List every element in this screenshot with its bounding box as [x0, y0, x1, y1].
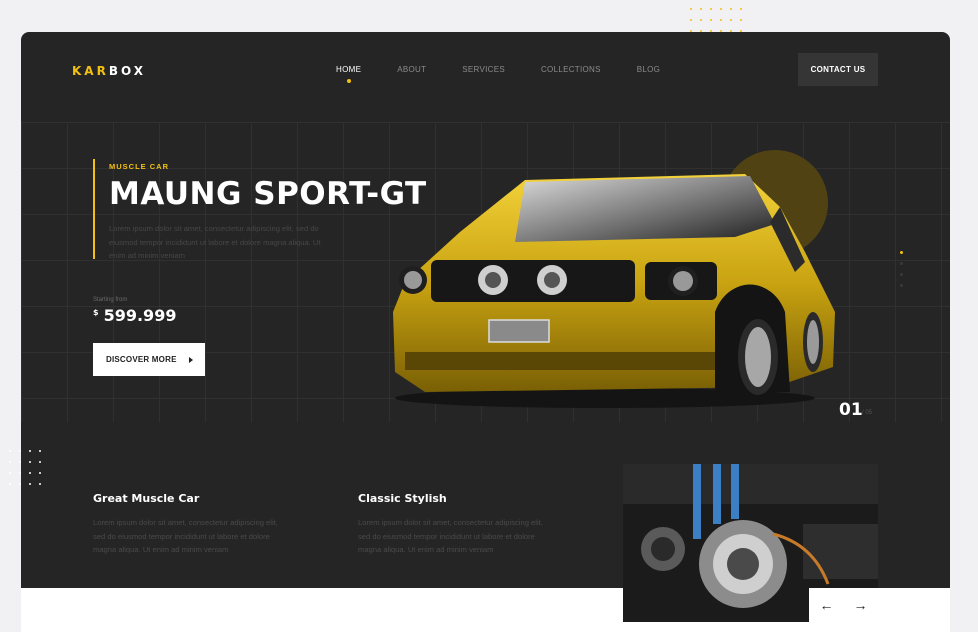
decor-dots-left [9, 450, 41, 485]
slide-dot[interactable] [900, 262, 903, 265]
main-nav: HOME ABOUT SERVICES COLLECTIONS BLOG [336, 65, 660, 83]
price: $ 599.999 [93, 306, 176, 325]
nav-item-collections[interactable]: COLLECTIONS [541, 65, 601, 74]
logo-part-1: KAR [72, 64, 109, 78]
hero-description: Lorem ipsum dolor sit amet, consectetur … [109, 224, 321, 260]
nav-item-about[interactable]: ABOUT [397, 65, 426, 74]
discover-more-button[interactable]: DISCOVER MORE [93, 343, 205, 376]
contact-us-button[interactable]: CONTACT US [798, 53, 878, 86]
logo[interactable]: KARBOX [72, 64, 146, 78]
feature-text: Lorem ipsum dolor sit amet, consectetur … [358, 518, 543, 554]
feature-title: Great Muscle Car [93, 492, 200, 505]
logo-part-2: BOX [108, 64, 146, 78]
nav-label: COLLECTIONS [540, 65, 601, 74]
car-image [393, 174, 835, 408]
nav-item-blog[interactable]: BLOG [637, 65, 660, 74]
feature-text: Lorem ipsum dolor sit amet, consectetur … [93, 518, 278, 554]
nav-label: HOME [336, 65, 362, 74]
active-indicator [346, 79, 351, 83]
nav-item-services[interactable]: SERVICES [462, 65, 505, 74]
nav-label: SERVICES [462, 65, 505, 74]
nav-item-home[interactable]: HOME [336, 65, 362, 83]
slide-dot[interactable] [900, 251, 903, 254]
price-value: 599.999 [103, 306, 177, 325]
arrow-right-icon[interactable]: → [854, 597, 868, 613]
currency-symbol: $ [93, 308, 99, 317]
nav-label: BLOG [636, 65, 661, 74]
slide-total: / 05 [862, 410, 873, 416]
slide-dot[interactable] [900, 284, 903, 287]
arrow-right-icon [188, 356, 193, 363]
slide-indicator [900, 251, 903, 287]
starting-from-label: Starting from [93, 297, 128, 303]
discover-more-label: DISCOVER MORE [106, 355, 177, 364]
slide-number: 01 [839, 400, 863, 420]
arrow-left-icon[interactable]: ← [820, 597, 834, 613]
feature-card: Great Muscle Car Lorem ipsum dolor sit a… [93, 492, 283, 557]
feature-card: Classic Stylish Lorem ipsum dolor sit am… [358, 492, 548, 557]
carousel-controls: ← → [809, 588, 878, 622]
nav-label: ABOUT [397, 65, 427, 74]
hero-eyebrow: MUSCLE CAR [109, 162, 169, 171]
accent-line [93, 159, 95, 259]
slide-dot[interactable] [900, 273, 903, 276]
feature-title: Classic Stylish [358, 492, 447, 505]
